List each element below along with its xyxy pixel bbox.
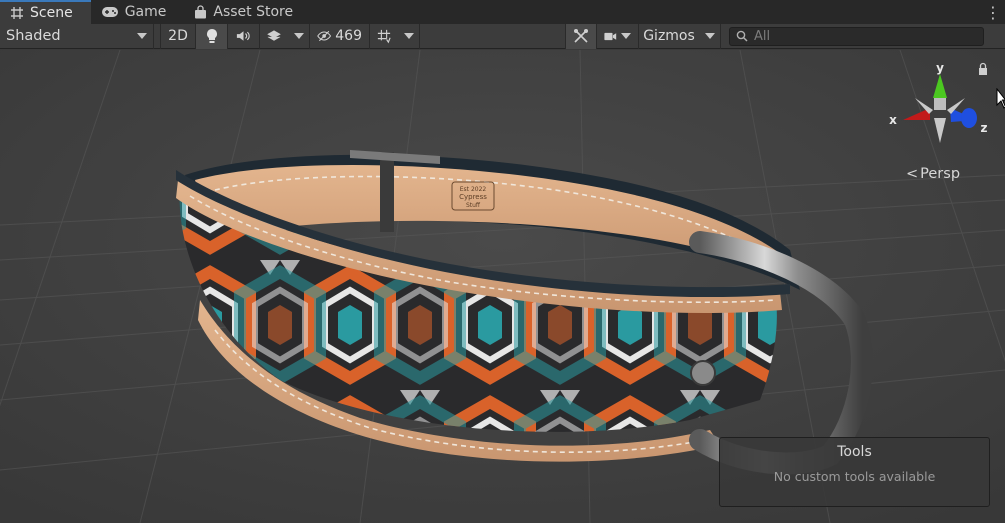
- eye-slash-icon: [317, 30, 332, 42]
- stamp-text-3: Stuff: [466, 202, 481, 209]
- grid-toggle-button[interactable]: [370, 24, 398, 49]
- tools-overlay-toggle[interactable]: [565, 23, 597, 49]
- hidden-objects-count: 469: [335, 28, 362, 44]
- gizmo-y-cone[interactable]: [933, 74, 947, 98]
- tab-label: Asset Store: [213, 4, 294, 20]
- projection-label: Persp: [920, 166, 961, 182]
- orientation-gizmo[interactable]: y x z: [885, 58, 995, 158]
- editor-tab-bar: Scene Game Asset Store ⋮: [0, 0, 1005, 24]
- lighting-toggle-button[interactable]: [196, 23, 228, 49]
- tools-wrench-icon: [574, 29, 588, 43]
- audio-toggle-button[interactable]: [228, 23, 260, 49]
- tab-game[interactable]: Game: [91, 0, 185, 24]
- tools-overlay-title: Tools: [837, 444, 872, 460]
- search-icon: [736, 30, 748, 42]
- gizmos-toggle-button[interactable]: Gizmos: [639, 24, 699, 49]
- video-camera-icon: [604, 32, 617, 40]
- 2d-toggle-button[interactable]: 2D: [160, 23, 196, 49]
- tools-overlay-message: No custom tools available: [773, 469, 936, 484]
- search-input[interactable]: [754, 28, 974, 44]
- gizmos-dropdown-button[interactable]: [699, 23, 721, 49]
- scene-search-box[interactable]: [729, 26, 984, 46]
- gizmo-axis-y-label: y: [936, 61, 944, 75]
- grid-hash-icon: [11, 7, 23, 19]
- projection-toggle[interactable]: < Persp: [906, 166, 960, 182]
- lock-icon[interactable]: [979, 62, 987, 76]
- tab-label: Scene: [30, 5, 73, 21]
- shading-mode-dropdown[interactable]: Shaded: [0, 23, 154, 49]
- grid-snap-icon: [377, 29, 391, 44]
- tab-scene[interactable]: Scene: [0, 0, 91, 24]
- tab-asset-store[interactable]: Asset Store: [184, 0, 311, 24]
- effects-dropdown-button[interactable]: [288, 23, 310, 49]
- camera-settings-dropdown[interactable]: [597, 23, 639, 49]
- stamp-text-1: Est 2022: [460, 186, 487, 193]
- scene-visibility-toggle[interactable]: 469: [310, 23, 370, 49]
- mouse-cursor-icon: [996, 88, 1005, 109]
- chevron-down-icon: [137, 33, 147, 39]
- chevron-down-icon: [403, 33, 414, 39]
- gizmo-axis-x-label: x: [889, 113, 897, 127]
- layers-effects-icon: [267, 30, 281, 41]
- stamp-text-2: Cypress: [459, 193, 487, 201]
- effects-toggle-button[interactable]: [260, 24, 288, 49]
- shopping-bag-icon: [195, 5, 207, 19]
- shading-mode-value: Shaded: [6, 28, 61, 44]
- lightbulb-icon: [206, 29, 217, 43]
- grid-dropdown-button[interactable]: [398, 23, 420, 49]
- tools-overlay-panel: Tools No custom tools available: [719, 437, 990, 507]
- more-options-icon[interactable]: ⋮: [981, 0, 1005, 24]
- speaker-icon: [236, 31, 250, 41]
- gamepad-icon: [101, 7, 118, 17]
- tab-label: Game: [124, 4, 167, 20]
- chevron-down-icon: [704, 33, 715, 39]
- gizmo-axis-z-label: z: [981, 121, 988, 135]
- chevron-down-icon: [293, 33, 304, 39]
- chevron-down-icon: [621, 33, 631, 39]
- chevron-left-icon: <: [906, 166, 919, 182]
- scene-toolbar: Shaded 2D 469 Gizmos All: [0, 23, 1005, 49]
- scene-viewport[interactable]: Est 2022 Cypress Stuff y x z < Persp Too…: [0, 50, 1005, 523]
